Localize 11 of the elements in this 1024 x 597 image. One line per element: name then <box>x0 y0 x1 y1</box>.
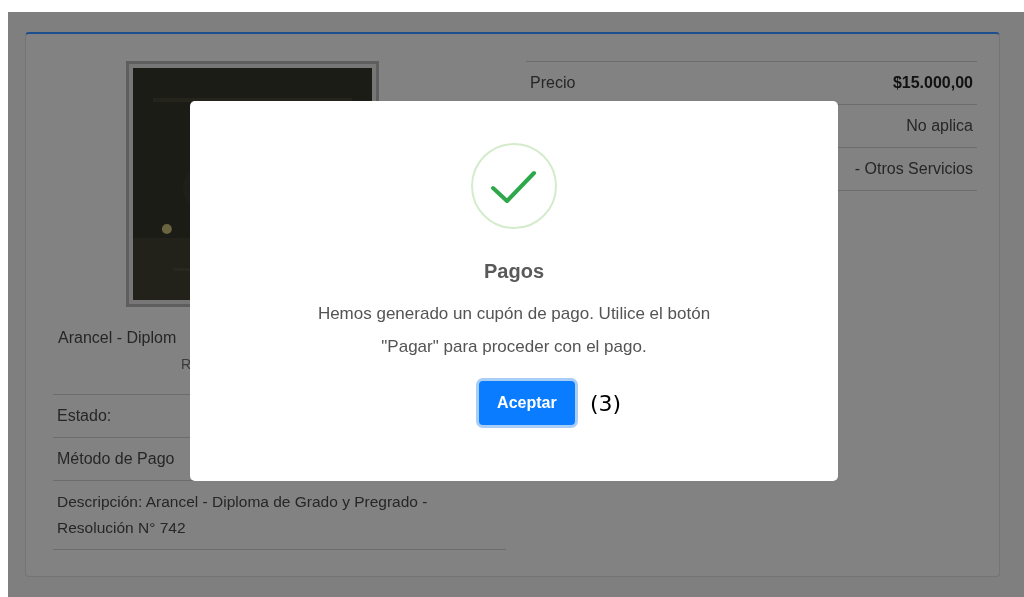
row-value: No aplica <box>906 117 973 135</box>
success-check-icon <box>470 142 558 230</box>
dialog-title: Pagos <box>484 260 544 283</box>
dialog-message: Hemos generado un cupón de pago. Utilice el botón "Pagar" para proceder con el pago. <box>316 303 712 358</box>
item-caption: Arancel - Diplom <box>58 328 177 348</box>
step-annotation: (3) <box>589 390 622 416</box>
caption-fragment: R <box>181 355 192 373</box>
accept-button[interactable]: Aceptar <box>478 381 575 425</box>
row-value: $15.000,00 <box>892 74 973 92</box>
row-label: Precio <box>530 74 576 92</box>
row-value: - Otros Servicios <box>854 160 973 178</box>
